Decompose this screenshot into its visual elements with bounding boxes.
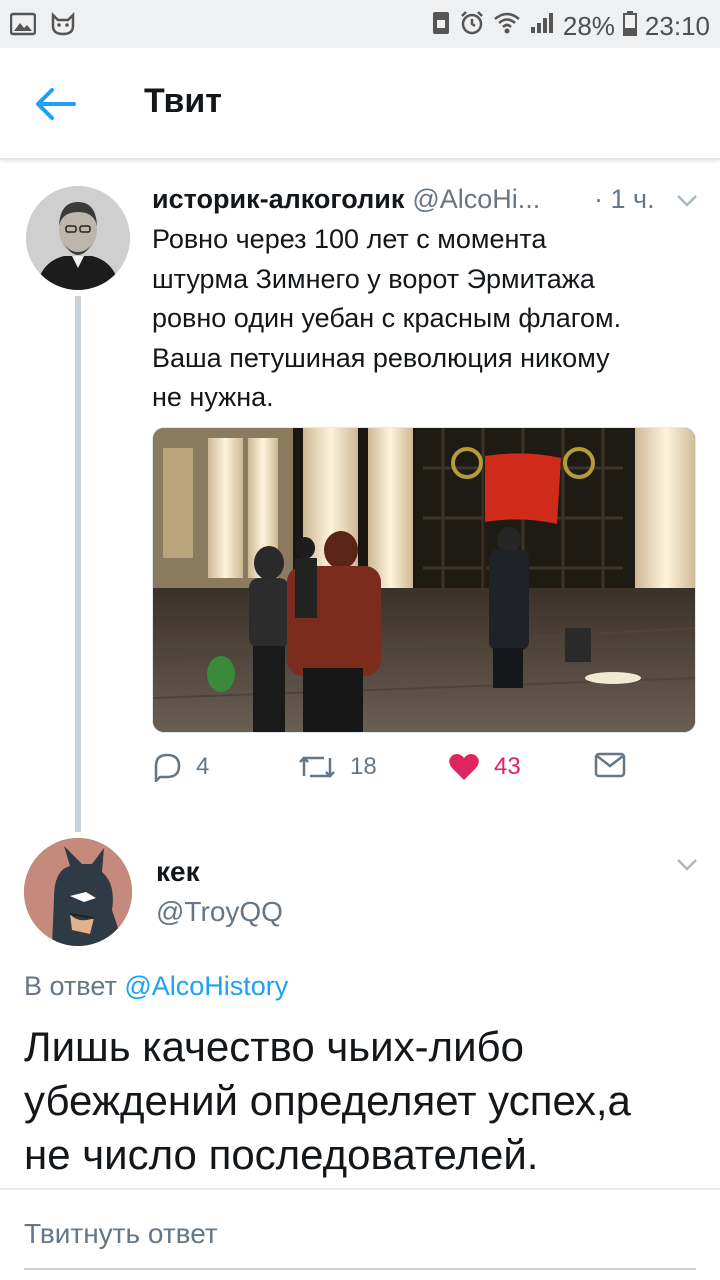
page-title: Твит — [144, 82, 222, 120]
wifi-icon — [493, 11, 521, 42]
chevron-down-icon — [677, 195, 697, 207]
envelope-icon — [594, 752, 626, 778]
in-reply-to-label: В ответ — [24, 971, 117, 1001]
reply-button[interactable]: 4 — [152, 752, 209, 782]
back-button[interactable] — [34, 84, 78, 124]
clock: 23:10 — [644, 11, 710, 41]
tweet-text: Ровно через 100 лет с момента штурма Зим… — [152, 220, 692, 418]
arrow-left-icon — [36, 88, 76, 120]
like-button[interactable]: 43 — [448, 752, 521, 782]
heart-icon — [449, 754, 479, 780]
tweet-text-line: штурма Зимнего у ворот Эрмитажа — [152, 263, 595, 294]
tweet-text-line: ровно один уебан с красным флагом. — [152, 303, 622, 333]
thread-line — [75, 296, 81, 832]
reply-author-name[interactable]: кек — [156, 856, 200, 888]
reply-text: Лишь качество чьих-либо убеждений опреде… — [24, 1020, 704, 1182]
reply-icon — [154, 753, 181, 782]
sim-icon — [431, 10, 451, 43]
image-icon — [9, 12, 37, 41]
mention-link[interactable]: @AlcoHistory — [124, 971, 288, 1001]
signal-icon — [529, 11, 555, 42]
divider — [0, 1188, 720, 1190]
tweet-header: историк-алкоголик @AlcoHi... · 1 ч. — [152, 184, 702, 218]
retweet-count: 18 — [350, 753, 377, 780]
battery-icon — [622, 10, 637, 43]
reply-author-handle[interactable]: @TroyQQ — [156, 896, 283, 928]
tweet-text-line: Ровно через 100 лет с момента — [152, 224, 547, 254]
alarm-icon — [459, 10, 485, 43]
chevron-down-icon — [677, 859, 697, 871]
status-bar: 28% 23:10 — [0, 0, 720, 48]
like-count: 43 — [494, 753, 521, 780]
compose-underline — [24, 1268, 696, 1270]
cat-icon — [50, 11, 76, 41]
author-handle[interactable]: @AlcoHi... — [412, 184, 540, 214]
tweet-time: · 1 ч. — [594, 184, 655, 214]
reply-count: 4 — [196, 753, 210, 780]
reply-menu-button[interactable] — [676, 858, 698, 877]
battery-level: 28% — [562, 11, 615, 41]
retweet-button[interactable]: 18 — [298, 752, 377, 782]
direct-message-button[interactable] — [594, 752, 626, 778]
avatar[interactable] — [24, 838, 132, 946]
reply-compose-input[interactable]: Твитнуть ответ — [24, 1218, 218, 1250]
tweet-text-line: не нужна. — [152, 382, 274, 412]
author-name[interactable]: историк-алкоголик — [152, 184, 404, 214]
avatar[interactable] — [26, 186, 130, 290]
reply-text-line: убеждений определяет успех,а — [24, 1077, 631, 1124]
tweet-actions: 4 18 43 — [152, 752, 692, 796]
app-header: Твит — [0, 48, 720, 160]
tweet-photo[interactable] — [152, 427, 696, 733]
tweet-text-line: Ваша петушиная революция никому — [152, 342, 610, 373]
in-reply-to: В ответ @AlcoHistory — [24, 971, 288, 1002]
retweet-icon — [299, 756, 335, 778]
tweet-menu-button[interactable] — [676, 194, 698, 213]
reply-text-line: Лишь качество чьих-либо — [24, 1023, 524, 1070]
reply-text-line: не число последователей. — [24, 1131, 539, 1178]
